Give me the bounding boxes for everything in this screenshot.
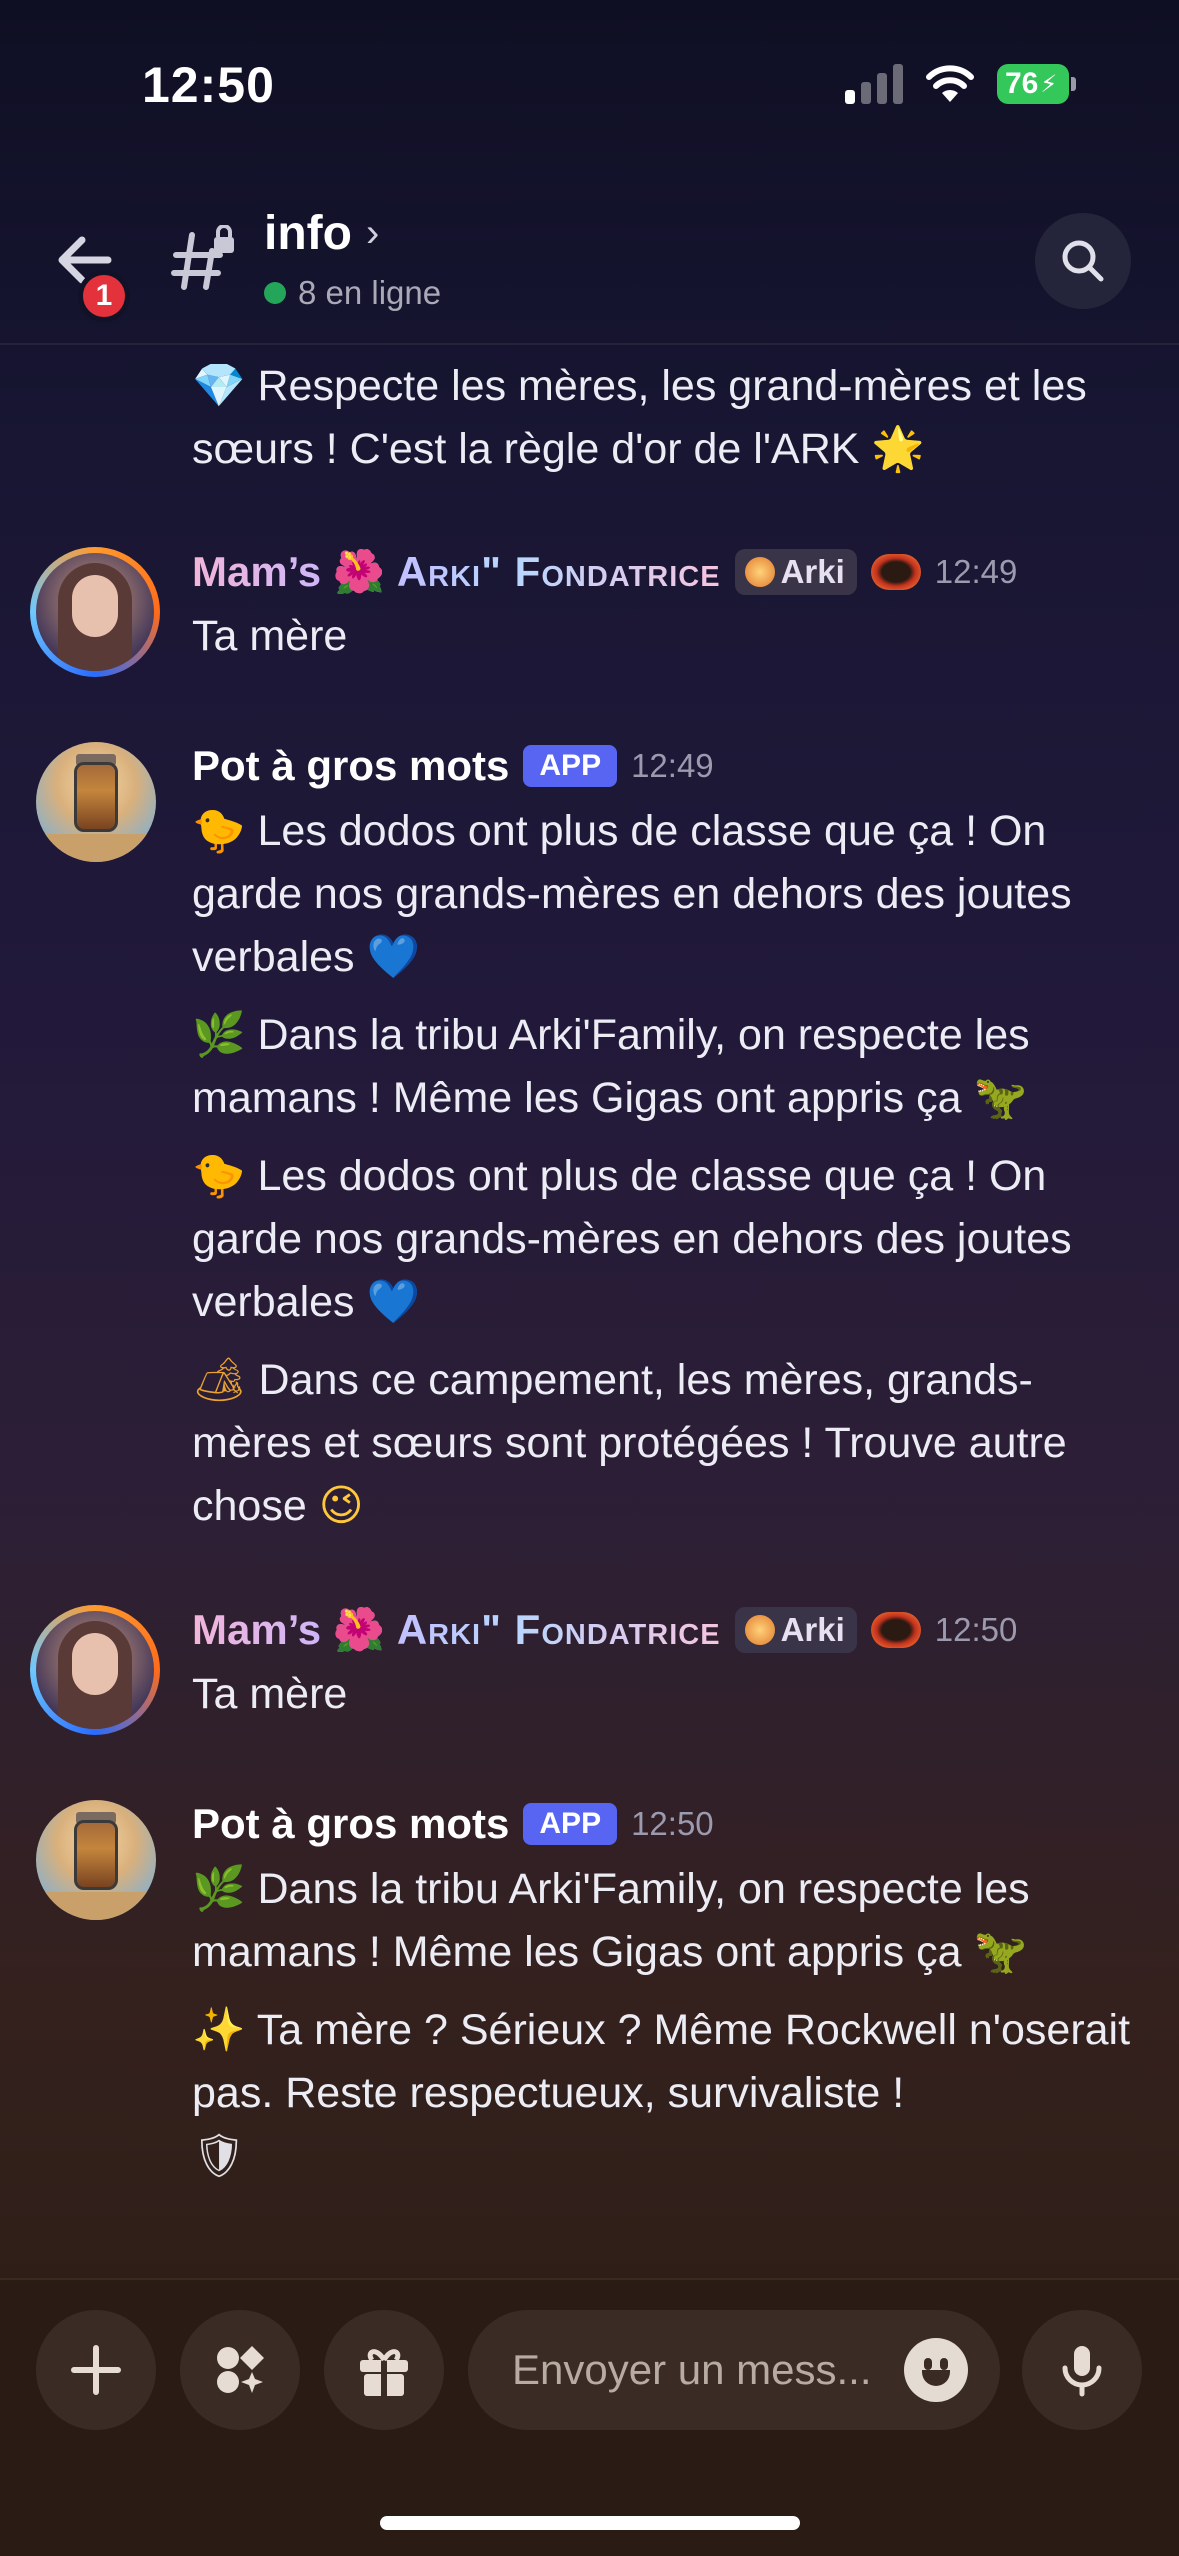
blue-heart-icon: 💙 [366, 932, 421, 982]
channel-name: info [264, 207, 352, 260]
guild-tag[interactable]: Arki [734, 1607, 857, 1653]
username[interactable]: Pot à gros mots [192, 742, 509, 790]
apps-icon [217, 2346, 264, 2393]
app-badge: APP [523, 1803, 618, 1845]
home-indicator[interactable] [380, 2516, 800, 2530]
app-badge: APP [523, 745, 618, 787]
message-content: 🌿 Dans la tribu Arki'Family, on respecte… [192, 1858, 1142, 1984]
online-count: 8 en ligne [264, 274, 441, 312]
chevron-right-icon: › [365, 211, 380, 255]
wifi-icon [926, 65, 974, 102]
message-content: Ta mère [192, 612, 348, 660]
username[interactable]: Mam’s 🌺 Arki" Fondatrice [192, 1605, 721, 1655]
message-content: 🐤 Les dodos ont plus de classe que ça ! … [192, 800, 1142, 989]
battery-icon: 76 ⚡ [997, 64, 1077, 104]
avatar[interactable] [30, 1605, 160, 1735]
status-bar: 12:50 76 ⚡ [0, 0, 1179, 170]
avatar[interactable] [36, 742, 156, 862]
battery-level: 76 [1005, 67, 1039, 100]
channel-title[interactable]: info › [264, 206, 379, 261]
channel-header: 1 info › 8 en ligne [0, 170, 1179, 345]
status-time: 12:50 [142, 57, 275, 113]
message-list[interactable]: 💎 Respecte les mères, les grand-mères et… [0, 347, 1179, 2277]
search-icon [1062, 240, 1104, 282]
timestamp: 12:50 [631, 1805, 714, 1842]
online-status-icon [264, 282, 286, 304]
gift-icon [360, 2349, 408, 2396]
message-content: 💎 Respecte les mères, les grand-mères et… [192, 355, 1142, 481]
voice-message-button[interactable] [1022, 2310, 1142, 2430]
message-content: Ta mère [192, 1670, 348, 1718]
online-text: 8 en ligne [298, 274, 442, 311]
search-button[interactable] [1035, 213, 1131, 309]
message-input-placeholder: Envoyer un mess... [512, 2346, 872, 2393]
t-rex-icon: 🦖 [973, 1927, 1028, 1977]
role-logo-icon [870, 554, 921, 590]
message-content: 🐤 Les dodos ont plus de classe que ça ! … [192, 1145, 1142, 1334]
message-composer: Envoyer un mess... [0, 2278, 1179, 2556]
message-input[interactable]: Envoyer un mess... [468, 2310, 1000, 2430]
hibiscus-icon: 🌺 [332, 547, 386, 596]
t-rex-icon: 🦖 [973, 1073, 1028, 1123]
herb-icon: 🌿 [192, 1864, 246, 1914]
message-content: ✨ Ta mère ? Sérieux ? Même Rockwell n'os… [192, 1999, 1142, 2188]
chick-icon: 🐤 [192, 1151, 246, 1201]
gift-button[interactable] [324, 2310, 444, 2430]
herb-icon: 🌿 [192, 1010, 246, 1060]
timestamp: 12:49 [934, 553, 1018, 590]
gem-icon: 💎 [192, 361, 246, 411]
guild-tag-icon [744, 1615, 775, 1645]
plus-icon [71, 2345, 121, 2395]
role-logo-icon [870, 1612, 921, 1648]
wink-icon: 😉 [318, 1481, 364, 1531]
cellular-signal-icon [845, 62, 903, 104]
sparkles-icon: ✨ [192, 2005, 246, 2055]
unread-badge: 1 [78, 270, 130, 322]
shield-icon: 🛡 [192, 2131, 247, 2181]
message-content: 🌿 Dans la tribu Arki'Family, on respecte… [192, 1004, 1142, 1130]
microphone-icon [1062, 2346, 1102, 2397]
guild-tag[interactable]: Arki [734, 549, 857, 595]
message-content: 🏕 Dans ce campement, les mères, grands-m… [192, 1349, 1142, 1538]
apps-button[interactable] [180, 2310, 300, 2430]
guild-tag-icon [744, 557, 775, 587]
timestamp: 12:50 [934, 1611, 1018, 1648]
username[interactable]: Pot à gros mots [192, 1800, 509, 1848]
chick-icon: 🐤 [192, 806, 246, 856]
private-channel-hash-icon [171, 225, 234, 290]
avatar[interactable] [36, 1800, 156, 1920]
star-icon: 🌟 [871, 424, 925, 474]
timestamp: 12:49 [631, 747, 714, 784]
hibiscus-icon: 🌺 [332, 1605, 386, 1654]
username[interactable]: Mam’s 🌺 Arki" Fondatrice [192, 547, 721, 597]
camping-icon: 🏕 [192, 1355, 247, 1405]
emoji-picker-icon[interactable] [904, 2338, 968, 2402]
blue-heart-icon: 💙 [366, 1277, 421, 1327]
add-attachment-button[interactable] [36, 2310, 156, 2430]
avatar[interactable] [30, 547, 160, 677]
